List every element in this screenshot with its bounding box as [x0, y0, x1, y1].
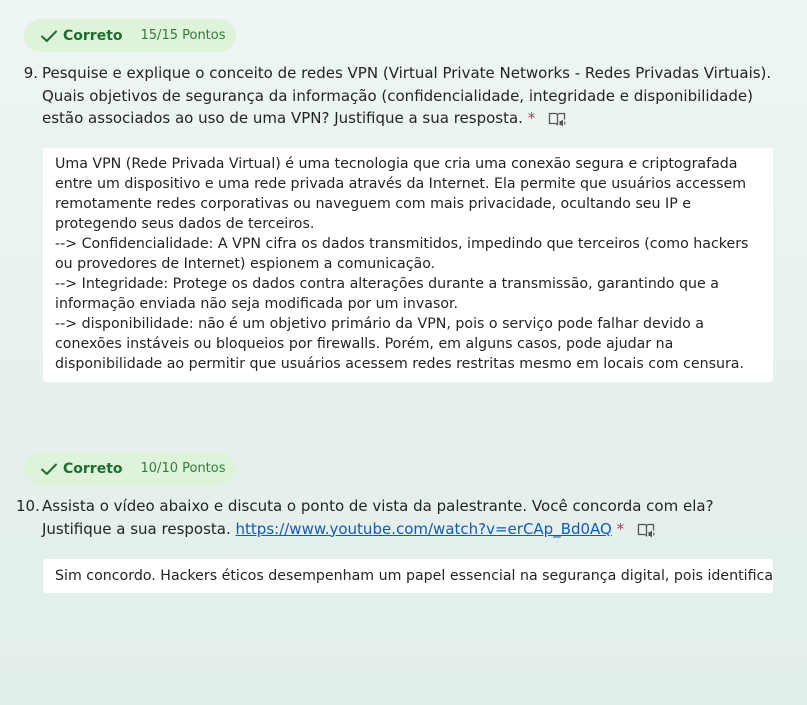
required-asterisk: *: [527, 109, 536, 127]
question-9: 9. Pesquise e explique o conceito de red…: [16, 62, 796, 132]
result-badge: Correto 10/10 Pontos: [24, 452, 236, 485]
immersive-reader-icon[interactable]: [637, 522, 657, 538]
required-asterisk: *: [616, 519, 625, 538]
checkmark-icon: [41, 30, 57, 42]
question-text: Pesquise e explique o conceito de redes …: [42, 64, 772, 127]
checkmark-icon: [41, 463, 57, 475]
question-text: Assista o vídeo abaixo e discuta o ponto…: [42, 497, 714, 538]
result-status: Correto: [63, 27, 123, 44]
result-points: 10/10 Pontos: [140, 461, 226, 476]
result-status: Correto: [63, 460, 123, 477]
result-badge: Correto 15/15 Pontos: [24, 19, 236, 52]
answer-box: Sim concordo. Hackers éticos desempenham…: [43, 559, 773, 593]
question-number: 9.: [23, 64, 38, 82]
immersive-reader-icon[interactable]: [548, 111, 568, 127]
result-points: 15/15 Pontos: [140, 28, 226, 43]
question-number: 10.: [16, 497, 40, 515]
question-10: 10. Assista o vídeo abaixo e discuta o p…: [16, 495, 796, 541]
answer-box: Uma VPN (Rede Privada Virtual) é uma tec…: [43, 148, 773, 382]
youtube-link[interactable]: https://www.youtube.com/watch?v=erCAp_Bd…: [236, 520, 612, 538]
